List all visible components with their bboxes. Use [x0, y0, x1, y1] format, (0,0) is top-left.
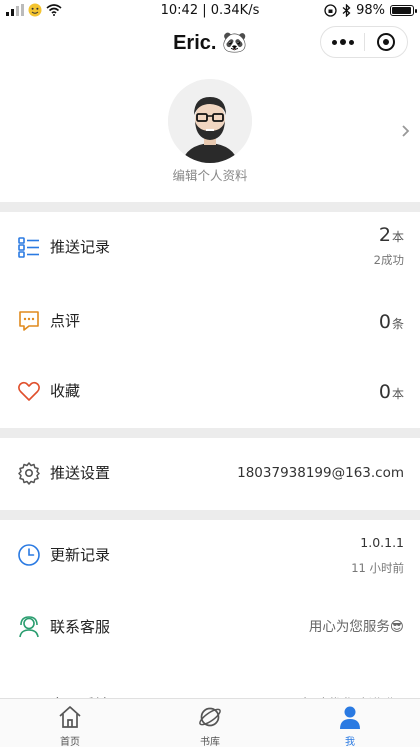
row-customer-service[interactable]: 联系客服 用心为您服务😎: [0, 592, 420, 662]
count-unit: 条: [391, 317, 404, 331]
list-icon: [18, 237, 39, 258]
section-divider: [0, 428, 420, 438]
profile-header[interactable]: 编辑个人资料: [0, 62, 420, 202]
row-label: 收藏: [50, 382, 81, 400]
row-push-settings[interactable]: 推送设置 18037938199@163.com: [0, 438, 420, 508]
row-label: 更新记录: [50, 546, 111, 564]
row-label: 点评: [50, 312, 81, 330]
tab-label: 首页: [60, 737, 80, 747]
count-number: 0: [378, 381, 391, 403]
row-update-log[interactable]: 更新记录 1.0.1.1 11 小时前: [0, 520, 420, 590]
row-label: 推送记录: [50, 238, 111, 256]
update-time: 11 小时前: [351, 561, 404, 575]
count-unit: 本: [391, 387, 404, 401]
bluetooth-icon: [342, 4, 351, 17]
dot-icon: [331, 39, 337, 45]
push-count: 2 本: [379, 224, 404, 246]
edit-profile-link[interactable]: 编辑个人资料: [0, 165, 420, 184]
chevron-right-icon: [402, 125, 410, 137]
dot-icon: [339, 39, 346, 45]
battery-percent: 98%: [356, 3, 385, 18]
count-number: 0: [378, 311, 391, 333]
push-success-count: 2成功: [373, 253, 404, 267]
chat-icon: [19, 311, 39, 331]
miniprogram-capsule: [320, 26, 408, 58]
tab-label: 书库: [200, 737, 220, 747]
row-label: 联系客服: [50, 618, 111, 636]
home-icon: [59, 706, 81, 728]
avatar-illustration-icon: [168, 79, 252, 163]
tab-library[interactable]: 书库: [140, 699, 280, 747]
section-divider: [0, 202, 420, 212]
gear-icon: [18, 462, 40, 485]
favorites-count: 0 本: [379, 381, 404, 403]
dot-icon: [348, 39, 354, 45]
rotation-lock-icon: [324, 4, 337, 17]
more-menu-button[interactable]: [321, 27, 364, 57]
count-number: 2: [378, 224, 391, 246]
comments-count: 0 条: [379, 311, 404, 333]
tab-bar: 首页 书库 我: [0, 698, 420, 747]
target-icon: [376, 33, 395, 51]
row-push-records[interactable]: 推送记录 2 本 2成功: [0, 212, 420, 282]
avatar[interactable]: [168, 79, 252, 163]
push-email: 18037938199@163.com: [237, 465, 404, 481]
heart-icon: [18, 381, 40, 401]
nav-bar: Eric. 🐼: [0, 22, 420, 62]
tab-label: 我: [345, 737, 355, 747]
planet-icon: [199, 707, 221, 727]
row-favorites[interactable]: 收藏 0 本: [0, 356, 420, 426]
count-unit: 本: [391, 230, 404, 244]
section-divider: [0, 510, 420, 520]
battery-icon: [390, 5, 417, 16]
close-miniprogram-button[interactable]: [365, 27, 407, 57]
service-slogan: 用心为您服务😎: [308, 619, 404, 635]
tab-home[interactable]: 首页: [0, 699, 140, 747]
version-number: 1.0.1.1: [360, 535, 404, 550]
row-comments[interactable]: 点评 0 条: [0, 286, 420, 356]
status-right: 98%: [324, 3, 417, 18]
status-bar: 10:42 | 0.34K/s 98%: [0, 0, 420, 22]
row-label: 推送设置: [50, 464, 111, 482]
clock-icon: [18, 544, 40, 566]
tab-me[interactable]: 我: [280, 699, 420, 747]
user-icon: [340, 706, 360, 729]
headset-icon: [19, 616, 39, 638]
